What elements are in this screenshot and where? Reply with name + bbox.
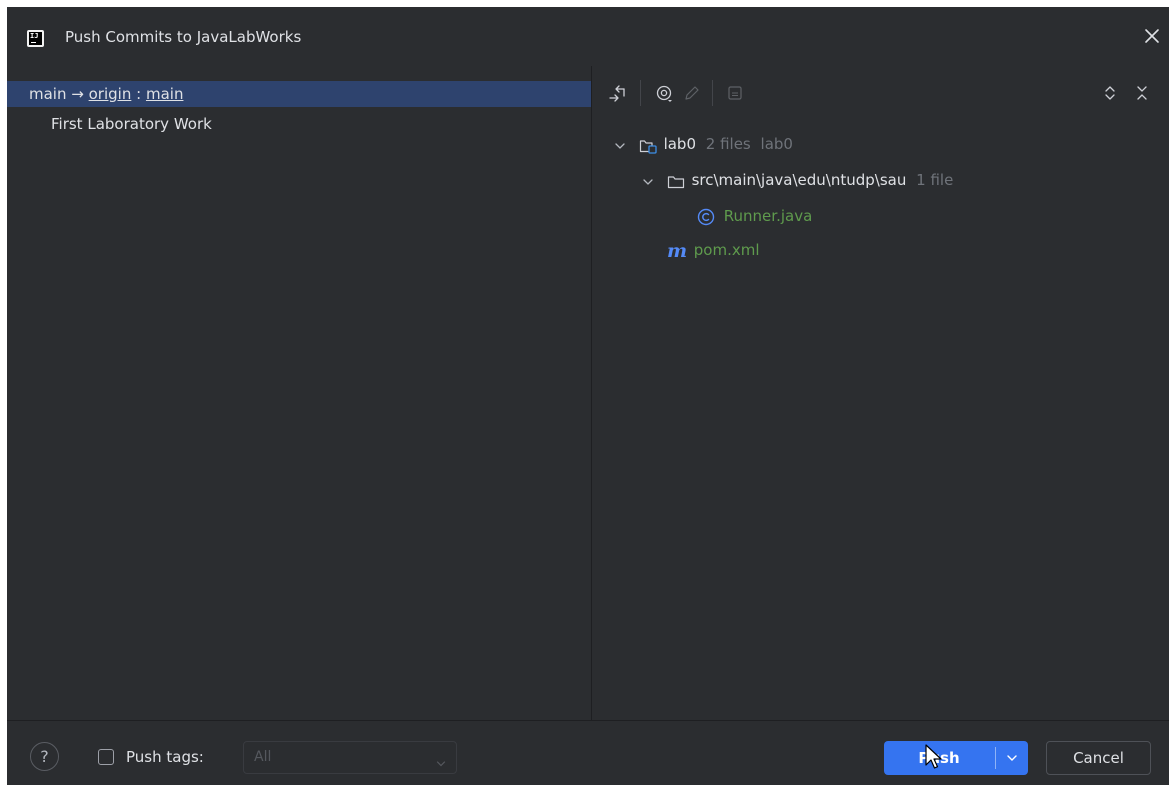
chevron-down-icon[interactable] xyxy=(612,137,628,153)
push-tags-checkbox[interactable] xyxy=(98,749,114,765)
file-name: Runner.java xyxy=(723,207,813,225)
dialog-body: main → origin : main First Laboratory Wo… xyxy=(7,66,1169,720)
folder-icon xyxy=(667,173,687,189)
commit-item[interactable]: First Laboratory Work xyxy=(51,115,212,133)
local-branch-label: main xyxy=(29,85,67,103)
cancel-button[interactable]: Cancel xyxy=(1046,741,1151,775)
remote-branch-link[interactable]: main xyxy=(146,85,183,103)
intellij-logo-icon: IJ xyxy=(27,30,44,47)
chevron-down-icon[interactable] xyxy=(640,173,656,189)
eye-icon[interactable] xyxy=(654,83,674,103)
tree-file-row[interactable]: m pom.xml xyxy=(667,238,760,262)
module-file-count: 2 files xyxy=(705,135,751,153)
shelf-icon[interactable] xyxy=(725,83,745,103)
remote-link[interactable]: origin xyxy=(89,85,132,103)
expand-all-icon[interactable] xyxy=(1100,83,1120,103)
mouse-pointer-icon xyxy=(924,743,944,773)
module-name: lab0 xyxy=(663,135,696,153)
dialog-footer: ? Push tags: All Push Cancel xyxy=(7,721,1169,785)
title-bar: IJ Push Commits to JavaLabWorks xyxy=(7,7,1169,66)
push-button-divider xyxy=(995,747,996,769)
close-icon[interactable] xyxy=(1141,25,1163,47)
tree-file-row[interactable]: Runner.java xyxy=(697,204,812,228)
folder-file-count: 1 file xyxy=(916,171,954,189)
commits-pane: main → origin : main First Laboratory Wo… xyxy=(7,66,591,720)
class-icon xyxy=(697,208,715,226)
help-button[interactable]: ? xyxy=(30,742,59,771)
push-tags-label: Push tags: xyxy=(126,748,204,766)
dialog-title: Push Commits to JavaLabWorks xyxy=(65,28,302,46)
folder-path: src\main\java\edu\ntudp\sau xyxy=(691,171,907,189)
toolbar-separator xyxy=(640,80,641,106)
collapse-all-icon[interactable] xyxy=(1132,83,1152,103)
branch-push-spec-row[interactable]: main → origin : main xyxy=(7,81,591,107)
tags-select: All xyxy=(243,741,457,774)
toolbar-separator xyxy=(712,80,713,106)
maven-icon: m xyxy=(667,239,688,262)
changes-toolbar xyxy=(592,66,1169,116)
changes-pane: lab0 2 files lab0 src\main\java\edu\ntud… xyxy=(592,66,1169,720)
module-path: lab0 xyxy=(760,135,793,153)
branch-separator: : xyxy=(136,85,142,103)
push-options-dropdown[interactable] xyxy=(997,741,1028,775)
tags-select-value: All xyxy=(254,749,272,765)
edit-pencil-icon[interactable] xyxy=(682,83,702,103)
chevron-down-icon xyxy=(436,754,446,767)
file-name: pom.xml xyxy=(693,241,760,259)
push-dialog: IJ Push Commits to JavaLabWorks main → o… xyxy=(7,7,1169,785)
tree-module-row[interactable]: lab0 2 files lab0 xyxy=(612,132,793,156)
diff-arrows-icon[interactable] xyxy=(607,83,627,103)
tree-folder-row[interactable]: src\main\java\edu\ntudp\sau 1 file xyxy=(640,168,953,192)
module-folder-icon xyxy=(639,137,659,154)
push-arrow: → xyxy=(71,85,84,103)
push-button[interactable]: Push xyxy=(884,741,1028,775)
